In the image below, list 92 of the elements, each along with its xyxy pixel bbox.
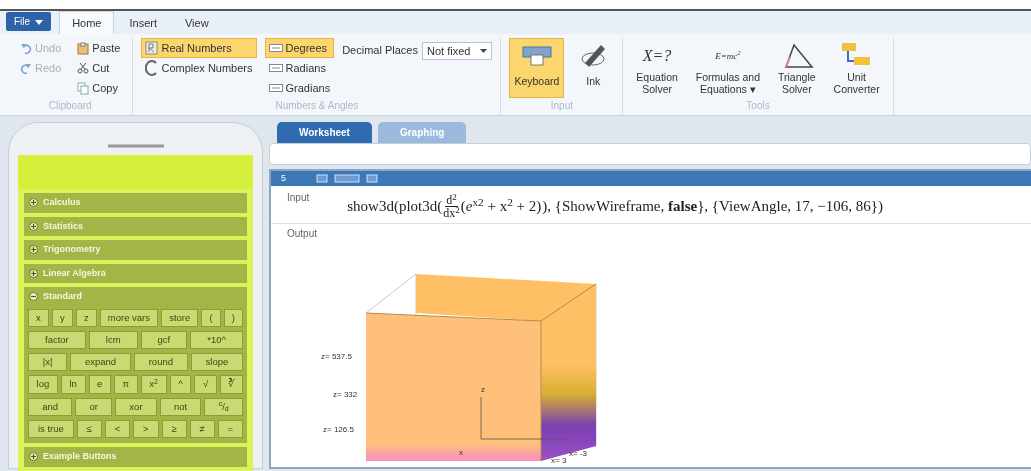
keypad-key[interactable]: ≥	[161, 419, 187, 438]
keypad-key[interactable]: =	[217, 419, 243, 438]
keypad-key[interactable]: is true	[28, 419, 74, 438]
keypad-key[interactable]: π	[114, 375, 138, 394]
scissors-icon	[77, 61, 90, 75]
keypad-key[interactable]: round	[133, 353, 188, 372]
keypad-key[interactable]: more vars	[99, 308, 159, 327]
keypad-key[interactable]: ln	[60, 375, 86, 394]
keypad-key[interactable]: √	[194, 375, 217, 394]
keypad-key[interactable]: xor	[115, 397, 157, 416]
keyboard-button[interactable]: Keyboard	[509, 38, 565, 98]
caret-icon	[480, 49, 488, 53]
keypad-key[interactable]: e	[88, 375, 111, 394]
save-icon	[316, 174, 328, 183]
ribbon-tab[interactable]: View	[172, 10, 222, 34]
cut-button[interactable]: Cut	[73, 58, 125, 78]
group-label: Tools	[745, 99, 771, 114]
number-set-icon	[145, 60, 159, 76]
keypad-key[interactable]: lcm	[88, 330, 138, 349]
keypad-key[interactable]: or	[75, 397, 113, 416]
keypad-key[interactable]: store	[161, 308, 199, 327]
keypad-key[interactable]: <	[104, 419, 131, 438]
keypad-key[interactable]: ∛	[219, 375, 243, 394]
expand-icon	[29, 245, 38, 255]
expand-icon	[29, 452, 38, 462]
keypad-key[interactable]: factor	[28, 330, 86, 349]
tool-button[interactable]: X=? Equation Solver	[631, 38, 683, 99]
angle-unit-icon	[268, 64, 283, 72]
paste-button[interactable]: Paste	[73, 38, 125, 58]
axis-label: z	[481, 385, 485, 394]
angle-unit-icon	[268, 44, 283, 52]
keypad-key[interactable]: and	[28, 397, 73, 416]
output-label: Output	[287, 227, 318, 241]
decimal-places-label: Decimal Places	[342, 43, 418, 58]
axis-label: z= 126.5	[323, 425, 354, 434]
number-mode-option[interactable]: Complex Numbers	[141, 58, 257, 78]
axis-label: z= 537.5	[321, 352, 352, 361]
brand-logo-icon	[105, 143, 166, 149]
angle-mode-option[interactable]: Degrees	[264, 38, 335, 58]
keypad-key[interactable]: x$^{2}$	[140, 375, 167, 394]
expand-icon	[29, 268, 38, 278]
keypad-key[interactable]: )	[223, 308, 244, 327]
axis-label: x= 3	[551, 456, 567, 465]
keypad-key[interactable]: gcf	[140, 330, 188, 349]
copy-button[interactable]: Copy	[73, 78, 125, 98]
layout-icon	[334, 174, 360, 183]
keypad-key[interactable]: x	[28, 308, 49, 327]
entry-number: 5	[281, 171, 286, 185]
ribbon-tab[interactable]: Home	[59, 10, 115, 34]
keypad-key[interactable]: ≤	[76, 419, 102, 438]
ink-button[interactable]: Ink	[572, 38, 615, 98]
keypad-key[interactable]: ^	[169, 375, 192, 394]
angle-mode-option[interactable]: Gradians	[264, 78, 335, 98]
keypad-key[interactable]: expand	[70, 353, 131, 372]
number-set-icon	[145, 41, 159, 55]
tool-button[interactable]: Triangle Solver	[773, 38, 821, 99]
redo-arrow-icon	[20, 61, 32, 75]
expand-icon	[29, 198, 38, 208]
group-label: Clipboard	[47, 99, 93, 113]
expand-icon	[29, 221, 38, 231]
file-menu-button[interactable]: File	[6, 12, 52, 31]
tool-button[interactable]: E=mc$^{2}$ Formulas and Equations ▾	[690, 38, 765, 99]
keypad-key[interactable]: |x|	[28, 353, 68, 372]
keypad-key[interactable]: ≠	[189, 419, 215, 438]
collapse-icon	[29, 292, 38, 302]
keypad-key[interactable]: z	[75, 308, 97, 327]
worksheet-tab[interactable]: Worksheet	[277, 122, 372, 143]
undo-arrow-icon	[20, 41, 32, 55]
group-label: Numbers & Angles	[274, 99, 360, 113]
keypad-key[interactable]: not	[159, 397, 202, 416]
keypad-key[interactable]: y	[51, 308, 73, 327]
angle-mode-option[interactable]: Radians	[264, 58, 335, 78]
axis-label: x= -3	[569, 449, 587, 458]
keypad-key[interactable]: (	[201, 308, 221, 327]
caret-icon	[35, 19, 44, 25]
angle-unit-icon	[268, 84, 283, 92]
axis-label: x	[459, 448, 463, 457]
axis-label: z= 332	[333, 390, 358, 399]
tool-button[interactable]: Unit Converter	[828, 38, 885, 99]
copy-icon	[77, 81, 90, 95]
keypad-key[interactable]: log	[28, 375, 58, 394]
keypad-key[interactable]: $^{c}$/$_{d}$	[204, 397, 243, 416]
clipboard-icon	[77, 41, 90, 55]
keypad-key[interactable]: *10^	[190, 330, 244, 349]
input-label: Input	[287, 191, 310, 205]
ribbon-tab[interactable]: Insert	[116, 10, 170, 34]
number-mode-option[interactable]: Real Numbers	[141, 38, 257, 58]
delete-icon	[366, 174, 378, 183]
keypad-key[interactable]: slope	[190, 353, 243, 372]
group-label: Input	[549, 99, 574, 113]
keypad-key[interactable]: >	[133, 419, 159, 438]
decimal-places-dropdown[interactable]: Not fixed	[422, 42, 493, 60]
